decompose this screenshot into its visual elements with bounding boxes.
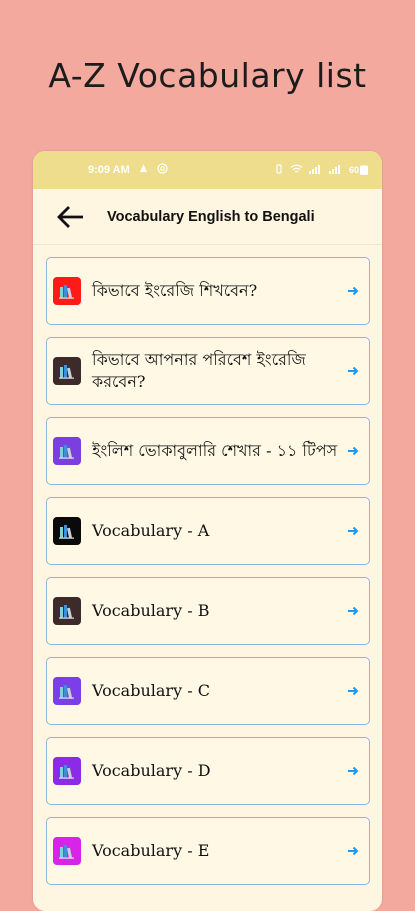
status-time: 9:09 AM bbox=[88, 164, 130, 176]
wifi-icon bbox=[290, 164, 303, 177]
arrow-right-icon bbox=[345, 283, 361, 299]
list-item-label: Vocabulary - E bbox=[92, 840, 210, 860]
phone-screen: 9:09 AM 60 Vocabulary English to Bengali… bbox=[33, 151, 382, 911]
arrow-right-icon bbox=[345, 603, 361, 619]
battery-icon: 60 bbox=[349, 165, 368, 175]
arrow-right-icon bbox=[345, 763, 361, 779]
list-item-label: কিভাবে ইংরেজি শিখবেন? bbox=[92, 280, 258, 300]
books-icon bbox=[53, 597, 81, 625]
arrow-right-icon bbox=[345, 683, 361, 699]
battery-level: 60 bbox=[348, 165, 359, 175]
vibrate-icon bbox=[274, 163, 284, 177]
list-item[interactable]: Vocabulary - A bbox=[46, 497, 370, 565]
signal-icon-2 bbox=[328, 164, 343, 177]
list-item-label: Vocabulary - A bbox=[92, 520, 210, 540]
page-title: Vocabulary English to Bengali bbox=[107, 208, 315, 225]
list-item[interactable]: কিভাবে ইংরেজি শিখবেন? bbox=[46, 257, 370, 325]
books-icon bbox=[53, 277, 81, 305]
list-item[interactable]: Vocabulary - B bbox=[46, 577, 370, 645]
books-icon bbox=[53, 677, 81, 705]
status-bar: 9:09 AM 60 bbox=[33, 151, 382, 189]
list-item[interactable]: Vocabulary - C bbox=[46, 657, 370, 725]
list-item-label: Vocabulary - D bbox=[92, 760, 211, 780]
list-item[interactable]: Vocabulary - E bbox=[46, 817, 370, 885]
arrow-right-icon bbox=[345, 523, 361, 539]
list-item-label: ইংলিশ ভোকাবুলারি শেখার - ১১ টিপস bbox=[92, 440, 338, 460]
promo-title: A-Z Vocabulary list bbox=[48, 56, 367, 95]
app-bar: Vocabulary English to Bengali bbox=[33, 189, 382, 245]
arrow-right-icon bbox=[345, 443, 361, 459]
back-button[interactable] bbox=[55, 202, 85, 232]
list-item[interactable]: কিভাবে আপনার পরিবেশ ইংরেজি করবেন? bbox=[46, 337, 370, 405]
topic-list: কিভাবে ইংরেজি শিখবেন? কিভাবে আপনার পরিবেশ… bbox=[33, 245, 382, 885]
signal-icon bbox=[308, 164, 323, 177]
arrow-right-icon bbox=[345, 363, 361, 379]
books-icon bbox=[53, 437, 81, 465]
notification-icon bbox=[138, 163, 149, 177]
list-item-label: Vocabulary - C bbox=[92, 680, 210, 700]
books-icon bbox=[53, 757, 81, 785]
list-item-label: Vocabulary - B bbox=[92, 600, 210, 620]
list-item[interactable]: ইংলিশ ভোকাবুলারি শেখার - ১১ টিপস bbox=[46, 417, 370, 485]
books-icon bbox=[53, 517, 81, 545]
list-item[interactable]: Vocabulary - D bbox=[46, 737, 370, 805]
at-sign-icon bbox=[157, 163, 168, 177]
arrow-left-icon bbox=[57, 205, 83, 228]
arrow-right-icon bbox=[345, 843, 361, 859]
books-icon bbox=[53, 837, 81, 865]
books-icon bbox=[53, 357, 81, 385]
list-item-label: কিভাবে আপনার পরিবেশ ইংরেজি করবেন? bbox=[92, 349, 306, 391]
